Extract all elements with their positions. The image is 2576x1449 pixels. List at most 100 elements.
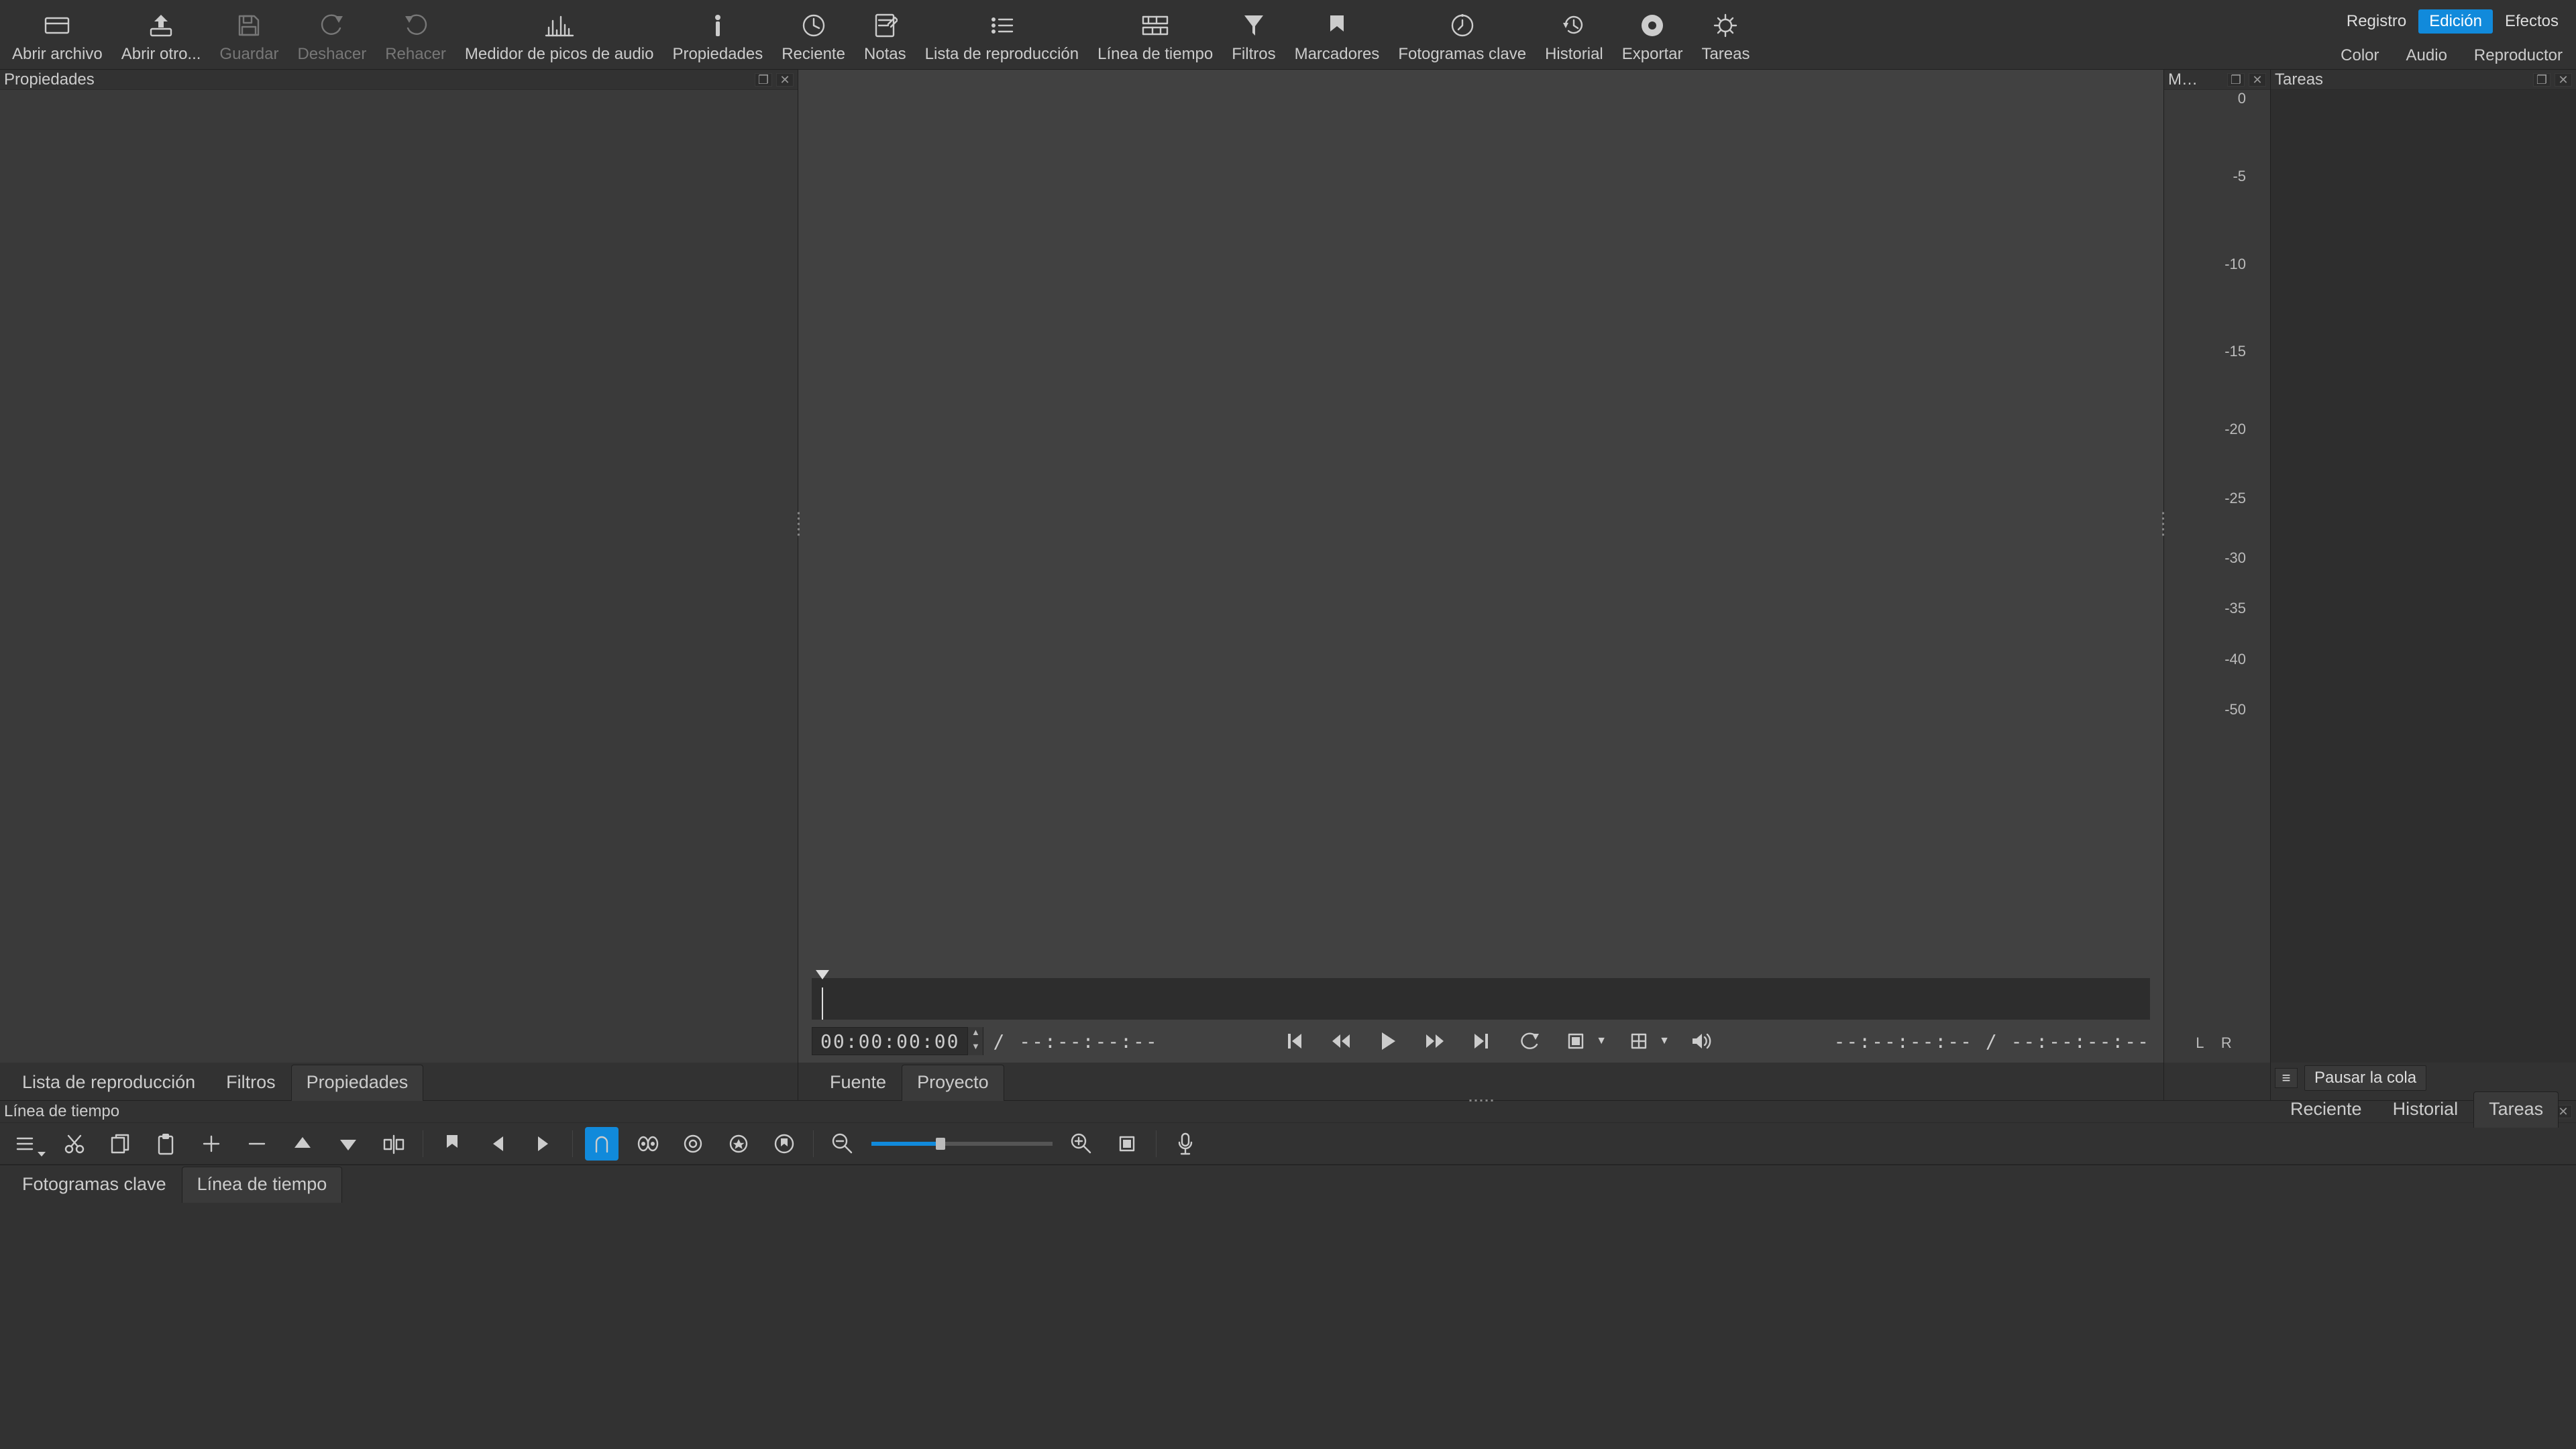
snap-button[interactable] (585, 1127, 619, 1161)
ripple-markers-button[interactable] (767, 1127, 801, 1161)
skip-start-button[interactable] (1279, 1026, 1309, 1056)
toolbar-open-button[interactable]: Abrir archivo (3, 0, 112, 69)
zoom-fit-button[interactable] (1561, 1026, 1591, 1056)
splitter-left-handle[interactable] (798, 513, 800, 536)
toolbar-open-other-button[interactable]: Abrir otro... (112, 0, 211, 69)
zoom-out-button[interactable] (826, 1127, 859, 1161)
timeline-toolbar (0, 1123, 2576, 1165)
timecode-spin-down[interactable]: ▼ (968, 1041, 983, 1055)
zoom-fit-tl-button[interactable] (1110, 1127, 1144, 1161)
toolbar-playlist-button[interactable]: Lista de reproducción (916, 0, 1088, 69)
play-button[interactable] (1373, 1026, 1403, 1056)
marker-icon (443, 1133, 461, 1155)
fast-forward-button[interactable] (1420, 1026, 1450, 1056)
preview-tab-strip: Fuente Proyecto (798, 1063, 2163, 1100)
volume-button[interactable] (1687, 1026, 1717, 1056)
bottom-tab-timeline[interactable]: Línea de tiempo (182, 1167, 343, 1203)
toolbar-filters-button[interactable]: Filtros (1222, 0, 1285, 69)
toolbar-keyframes-button[interactable]: Fotogramas clave (1389, 0, 1536, 69)
preview-viewport[interactable] (798, 70, 2163, 978)
tab-filters[interactable]: Filtros (211, 1065, 291, 1101)
scrubber-playhead-line (822, 987, 823, 1020)
remove-button[interactable] (240, 1127, 274, 1161)
copy-button[interactable] (103, 1127, 137, 1161)
timeline-menu-caret[interactable] (38, 1152, 46, 1157)
timeline-menu-button[interactable] (12, 1127, 46, 1161)
ripple-all-button[interactable] (722, 1127, 755, 1161)
scrubber[interactable] (812, 978, 2150, 1020)
splitter-bottom-handle[interactable] (1469, 1099, 1493, 1102)
cut-button[interactable] (58, 1127, 91, 1161)
layout-link-audio[interactable]: Audio (2406, 46, 2447, 65)
zoom-in-icon (1070, 1132, 1093, 1155)
paste-button[interactable] (149, 1127, 182, 1161)
layout-link-player[interactable]: Reproductor (2474, 46, 2563, 65)
overwrite-icon (338, 1136, 358, 1152)
toolbar-save-label: Guardar (219, 45, 278, 64)
open-other-icon (147, 10, 175, 41)
timecode-spin-up[interactable]: ▲ (968, 1027, 983, 1041)
tab-properties[interactable]: Propiedades (291, 1065, 424, 1101)
pause-queue-button[interactable]: Pausar la cola (2304, 1065, 2426, 1091)
timeline-panel-header: Línea de tiempo ❐ ✕ (0, 1100, 2576, 1123)
rewind-button[interactable] (1326, 1026, 1356, 1056)
lift-button[interactable] (286, 1127, 319, 1161)
export-icon (1640, 10, 1665, 41)
layout-tab-editing[interactable]: Edición (2418, 9, 2493, 34)
tab-project[interactable]: Proyecto (902, 1065, 1004, 1101)
timecode-value[interactable]: 00:00:00:00 (812, 1030, 967, 1053)
toolbar-timeline-button[interactable]: Línea de tiempo (1088, 0, 1222, 69)
scrub-button[interactable] (631, 1127, 664, 1161)
toolbar-notes-button[interactable]: Notas (855, 0, 916, 69)
jobs-tab-jobs[interactable]: Tareas (2473, 1091, 2559, 1128)
grid-button[interactable] (1624, 1026, 1654, 1056)
prev-marker-button[interactable] (481, 1127, 515, 1161)
layout-link-color[interactable]: Color (2341, 46, 2379, 65)
toolbar-props-button[interactable]: Propiedades (663, 0, 772, 69)
next-marker-button[interactable] (527, 1127, 560, 1161)
keyframes-icon (1449, 10, 1476, 41)
volume-icon (1690, 1032, 1713, 1051)
append-button[interactable] (195, 1127, 228, 1161)
skip-end-button[interactable] (1467, 1026, 1497, 1056)
overwrite-button[interactable] (331, 1127, 365, 1161)
properties-panel-close-icon[interactable]: ✕ (776, 73, 794, 87)
bottom-tab-keyframes[interactable]: Fotogramas clave (7, 1167, 182, 1203)
loop-button[interactable] (1514, 1026, 1544, 1056)
tab-source[interactable]: Fuente (814, 1065, 902, 1101)
toolbar-markers-button[interactable]: Marcadores (1285, 0, 1389, 69)
audio-meter-dock-icon[interactable]: ❐ (2227, 73, 2245, 87)
audio-meter-body[interactable]: 0-5-10-15-20-25-30-35-40-50 L R (2164, 90, 2270, 1063)
meter-tick: -25 (2224, 490, 2246, 507)
jobs-panel-close-icon[interactable]: ✕ (2555, 73, 2572, 87)
scrubber-playhead-icon[interactable] (816, 970, 829, 979)
tab-playlist[interactable]: Lista de reproducción (7, 1065, 211, 1101)
toolbar-save-button: Guardar (210, 0, 288, 69)
properties-panel-dock-icon[interactable]: ❐ (755, 73, 772, 87)
jobs-menu-button[interactable]: ≡ (2275, 1068, 2298, 1088)
layout-tab-logging[interactable]: Registro (2336, 9, 2417, 34)
layout-tab-effects[interactable]: Efectos (2494, 9, 2569, 34)
zoom-in-button[interactable] (1065, 1127, 1098, 1161)
split-button[interactable] (377, 1127, 411, 1161)
append-icon (201, 1134, 221, 1154)
marker-button[interactable] (435, 1127, 469, 1161)
jobs-tab-recent[interactable]: Reciente (2275, 1091, 2377, 1128)
record-voiceover-button[interactable] (1169, 1127, 1202, 1161)
audio-meter-close-icon[interactable]: ✕ (2249, 73, 2266, 87)
zoom-fit-dropdown[interactable]: ▼ (1596, 1035, 1607, 1047)
split-icon (382, 1133, 405, 1155)
zoom-slider[interactable] (871, 1142, 1053, 1146)
toolbar-export-button[interactable]: Exportar (1613, 0, 1693, 69)
ripple-button[interactable] (676, 1127, 710, 1161)
toolbar-keyframes-label: Fotogramas clave (1398, 45, 1526, 64)
toolbar-history-button[interactable]: Historial (1536, 0, 1613, 69)
timecode-input[interactable]: 00:00:00:00 ▲ ▼ (812, 1027, 983, 1055)
toolbar-jobs-button[interactable]: Tareas (1692, 0, 1759, 69)
toolbar-recent-button[interactable]: Reciente (772, 0, 855, 69)
grid-dropdown[interactable]: ▼ (1659, 1035, 1670, 1047)
toolbar-peak-button[interactable]: Medidor de picos de audio (455, 0, 663, 69)
jobs-panel-dock-icon[interactable]: ❐ (2533, 73, 2551, 87)
jobs-tab-history[interactable]: Historial (2377, 1091, 2474, 1128)
copy-icon (109, 1132, 131, 1155)
